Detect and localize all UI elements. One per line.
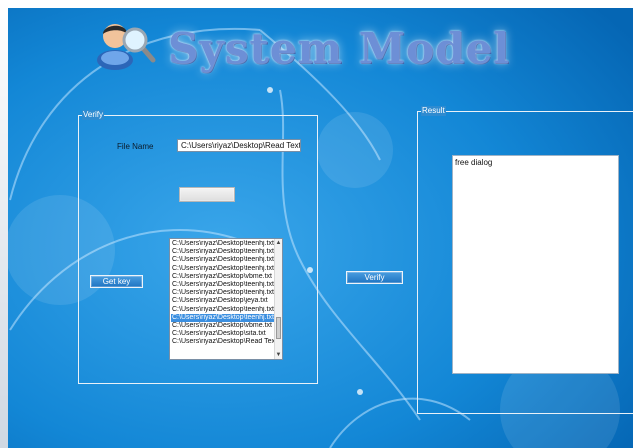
scroll-down-icon[interactable]: ▼ bbox=[275, 351, 282, 359]
scroll-up-icon[interactable]: ▲ bbox=[275, 239, 282, 247]
list-item[interactable]: C:\Users\riyaz\Desktop\teenhj.txt bbox=[171, 281, 275, 289]
list-item[interactable]: C:\Users\riyaz\Desktop\teenhj.txt bbox=[171, 306, 275, 314]
list-item[interactable]: C:\Users\riyaz\Desktop\jeya.txt bbox=[171, 297, 275, 305]
verify-button[interactable]: Verify bbox=[346, 271, 403, 284]
result-text-area[interactable]: free dialog bbox=[452, 155, 619, 374]
list-item[interactable]: C:\Users\riyaz\Desktop\teenhj.txt bbox=[171, 240, 275, 248]
page-title: System Model bbox=[168, 24, 511, 73]
file-name-label: File Name bbox=[117, 142, 154, 151]
verify-group-legend: Verify bbox=[82, 110, 105, 120]
user-search-icon bbox=[97, 24, 156, 70]
result-group-legend: Result bbox=[421, 106, 446, 116]
list-item[interactable]: C:\Users\riyaz\Desktop\vbme.txt bbox=[171, 273, 275, 281]
list-item[interactable]: C:\Users\riyaz\Desktop\Read Text.txt bbox=[171, 338, 275, 346]
browse-button[interactable] bbox=[179, 187, 235, 202]
list-item[interactable]: C:\Users\riyaz\Desktop\teenhj.txt bbox=[171, 256, 275, 264]
window-left-edge bbox=[0, 0, 8, 448]
list-item[interactable]: C:\Users\riyaz\Desktop\sita.txt bbox=[171, 330, 275, 338]
scroll-thumb[interactable] bbox=[276, 317, 281, 339]
get-key-button[interactable]: Get key bbox=[90, 275, 143, 288]
file-name-field[interactable]: C:\Users\riyaz\Desktop\Read Text.txt bbox=[177, 139, 301, 152]
list-item[interactable]: C:\Users\riyaz\Desktop\teenhj.txt bbox=[171, 265, 275, 273]
file-list[interactable]: C:\Users\riyaz\Desktop\teenhj.txt C:\User… bbox=[169, 238, 283, 360]
list-item[interactable]: C:\Users\riyaz\Desktop\vbme.txt bbox=[171, 322, 275, 330]
list-item[interactable]: C:\Users\riyaz\Desktop\teenhj.txt bbox=[171, 313, 275, 322]
file-list-scrollbar[interactable]: ▲ ▼ bbox=[274, 239, 282, 359]
list-item[interactable]: C:\Users\riyaz\Desktop\teenhj.txt bbox=[171, 289, 275, 297]
list-item[interactable]: C:\Users\riyaz\Desktop\teenhj.txt bbox=[171, 248, 275, 256]
window-top-edge bbox=[0, 0, 633, 8]
file-list-items: C:\Users\riyaz\Desktop\teenhj.txt C:\User… bbox=[171, 240, 275, 346]
